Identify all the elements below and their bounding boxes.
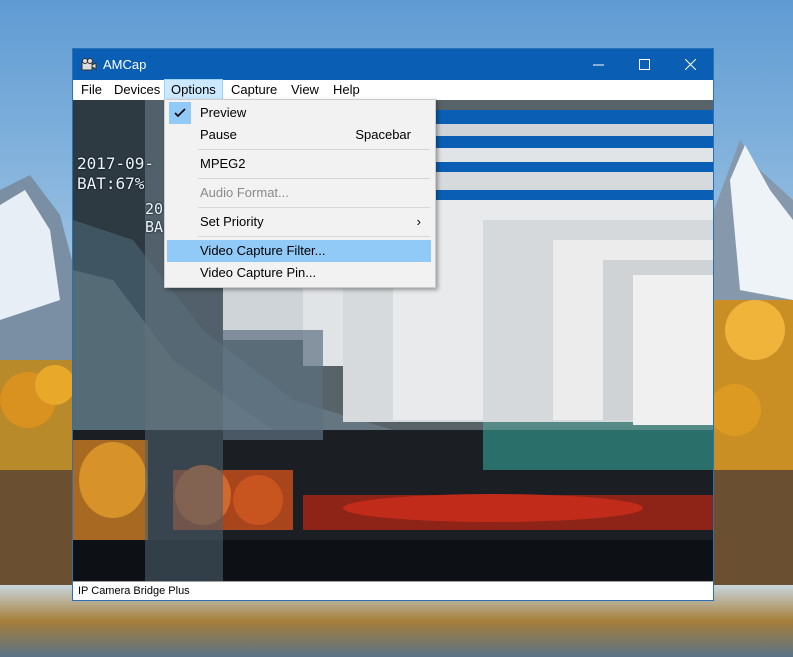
- menu-file[interactable]: File: [75, 80, 108, 100]
- menu-item-label: Set Priority: [200, 214, 264, 229]
- menu-separator: [198, 178, 430, 179]
- menu-item-label: Pause: [200, 127, 237, 142]
- options-dropdown-menu: Preview Pause Spacebar MPEG2 Audio Forma…: [164, 99, 436, 288]
- menu-item-set-priority[interactable]: Set Priority ›: [167, 211, 431, 233]
- menu-item-audio-format: Audio Format...: [167, 182, 431, 204]
- camera-icon: [81, 58, 97, 71]
- shortcut-label: Spacebar: [355, 127, 411, 142]
- maximize-button[interactable]: [621, 49, 667, 80]
- menu-item-label: Audio Format...: [200, 185, 289, 200]
- menu-separator: [198, 149, 430, 150]
- osd-timestamp: 2017-09-: [77, 154, 155, 173]
- title-bar[interactable]: AMCap: [73, 49, 713, 80]
- checkmark-box: [169, 102, 191, 124]
- menu-item-video-capture-pin[interactable]: Video Capture Pin...: [167, 262, 431, 284]
- menu-item-video-capture-filter[interactable]: Video Capture Filter...: [167, 240, 431, 262]
- checkmark-icon: [174, 108, 186, 118]
- menu-help[interactable]: Help: [327, 80, 366, 100]
- maximize-icon: [638, 59, 650, 70]
- minimize-button[interactable]: [575, 49, 621, 80]
- menu-item-label: MPEG2: [200, 156, 246, 171]
- menu-item-pause[interactable]: Pause Spacebar: [167, 124, 431, 146]
- menu-item-preview[interactable]: Preview: [167, 102, 431, 124]
- close-icon: [684, 59, 696, 70]
- status-bar: IP Camera Bridge Plus: [73, 581, 713, 600]
- status-text: IP Camera Bridge Plus: [78, 585, 190, 597]
- menu-view[interactable]: View: [285, 80, 325, 100]
- menu-options[interactable]: Options: [164, 79, 223, 101]
- close-button[interactable]: [667, 49, 713, 80]
- osd-echo-timestamp: 20: [145, 200, 164, 218]
- osd-battery: BAT:67%: [77, 174, 145, 193]
- minimize-icon: [592, 64, 604, 66]
- menu-item-mpeg2[interactable]: MPEG2: [167, 153, 431, 175]
- menu-capture[interactable]: Capture: [225, 80, 283, 100]
- menu-item-label: Preview: [200, 105, 247, 120]
- menu-separator: [198, 236, 430, 237]
- osd-echo-battery: BA: [145, 218, 164, 236]
- submenu-arrow-icon: ›: [416, 214, 421, 229]
- menu-item-label: Video Capture Pin...: [200, 265, 317, 280]
- menu-bar: File Devices Options Capture View Help: [73, 79, 713, 101]
- menu-separator: [198, 207, 430, 208]
- window-title: AMCap: [103, 57, 147, 72]
- menu-item-label: Video Capture Filter...: [200, 243, 326, 258]
- menu-devices[interactable]: Devices: [108, 80, 166, 100]
